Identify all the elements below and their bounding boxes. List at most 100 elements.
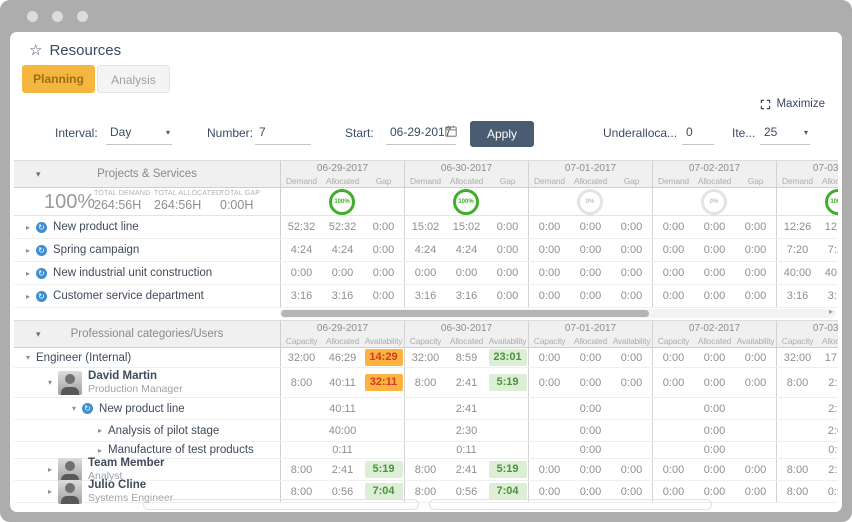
value-cell: 0:00 [570,444,611,456]
table-row: ▸ ↻ New product line 52:3252:320:0015:02… [14,216,838,239]
value-cell: 0:00 [611,244,652,256]
subcolumn-label: Demand [777,176,818,186]
value-cell: 0:00 [363,244,404,256]
horizontal-scrollbar[interactable]: ▸ [280,309,836,318]
value-cell: 12:26 [818,221,838,233]
tab-planning[interactable]: Planning [22,65,95,93]
star-icon[interactable]: ☆ [29,41,42,59]
interval-select[interactable]: Day ▾ [106,122,172,145]
allocation-badge-cell: 0% [529,188,653,215]
value-cell: 0:00 [446,267,487,279]
date-group-cells: 3:163:160:00 [405,285,529,307]
subcolumn-label: Allocated [322,176,363,186]
date-group-cells: 0:00 [653,420,777,441]
date-group-cells: 0:000:000:00 [529,285,653,307]
value-cell: 2:41 [446,464,487,476]
expand-icon[interactable]: ▸ [48,487,52,496]
items-label: Ite... [732,126,755,140]
apply-button[interactable]: Apply [470,121,534,147]
subcolumn-label: Gap [487,176,528,186]
value-cell: 4:24 [446,244,487,256]
summary-row: 100% TOTAL DEMAND 264:56H TOTAL ALLOCATE… [14,188,838,216]
date-group-cells: 0:000:000:00 [653,348,777,367]
items-select[interactable]: 25 ▾ [760,122,810,145]
date-group-cells: 8:002:11 [777,368,838,397]
collapse-all-icon[interactable]: ▾ [36,169,41,180]
tab-analysis[interactable]: Analysis [97,65,170,93]
value-cell: 0:11 [322,444,363,456]
project-row-name[interactable]: ▸ ↻ Spring campaign [14,239,280,261]
value-cell: 0:00 [611,221,652,233]
collapse-all-icon[interactable]: ▾ [36,329,41,340]
window-dot[interactable] [52,11,63,22]
expand-icon[interactable]: ▸ [26,292,30,301]
bottom-scrollbar-track-right[interactable] [429,499,712,510]
value-cell: 8:00 [405,486,446,498]
project-row-name[interactable]: ▾ ↻ New product line [14,398,280,419]
project-row-name[interactable]: ▸ ↻ New industrial unit construction [14,262,280,284]
user-row-name[interactable]: ▸ Team Member Analyst [14,459,280,480]
value-cell: 0:00 [735,221,776,233]
maximize-button[interactable]: Maximize [760,98,825,110]
value-cell: 0:00 [363,290,404,302]
expand-icon[interactable]: ▸ [48,465,52,474]
subcolumn-label: Gap [735,176,776,186]
subcolumn-label: Availability [735,336,776,346]
date-group: 07-01-2017 DemandAllocatedGap [529,161,653,187]
scroll-right-icon[interactable]: ▸ [829,307,833,316]
window-dot[interactable] [27,11,38,22]
value-cell: 7:20 [777,244,818,256]
project-icon: ↻ [82,403,93,414]
task-row-name[interactable]: ▸ Analysis of pilot stage [14,420,280,441]
table-row: ▸ Analysis of pilot stage40:002:300:000:… [14,420,838,442]
chevron-down-icon: ▾ [804,128,808,137]
app-card: ☆ Resources Planning Analysis Maximize I… [10,32,842,512]
expand-icon[interactable]: ▾ [72,404,76,413]
underallocated-input[interactable]: 0 [682,122,714,145]
subcolumn-label: Demand [281,176,322,186]
value-cell: 0:00 [487,244,528,256]
availability-badge: 23:01 [489,349,527,366]
expand-icon[interactable]: ▾ [48,378,52,387]
expand-icon[interactable]: ▸ [26,269,30,278]
window-dot[interactable] [77,11,88,22]
expand-icon[interactable]: ▾ [26,353,30,362]
allocation-percent-badge: 0% [577,189,603,215]
date-group-cells: 0:11 [777,442,838,458]
start-label: Start: [345,126,374,140]
expand-icon[interactable]: ▸ [26,223,30,232]
users-header-cell: ▾ Professional categories/Users [14,321,280,347]
date-columns-header: 06-29-2017 DemandAllocatedGap 06-30-2017… [280,161,838,187]
date-group-cells: 8:000:56 [777,481,838,502]
project-row-name[interactable]: ▸ ↻ Customer service department [14,285,280,307]
maximize-label: Maximize [776,98,825,110]
number-input[interactable]: 7 [255,122,311,145]
avatar [58,371,82,395]
value-cell: 17:29 [818,352,838,364]
value-cell: 40:00 [777,267,818,279]
bottom-scrollbar-track-left[interactable] [143,499,419,510]
value-cell: 0:00 [694,444,735,456]
expand-icon[interactable]: ▸ [98,446,102,455]
date-label: 07-03-2017 [777,161,838,176]
task-row-name[interactable]: ▸ Manufacture of test products [14,442,280,458]
expand-icon[interactable]: ▸ [26,246,30,255]
calendar-icon[interactable] [444,124,458,143]
project-row-name[interactable]: ▸ ↻ New product line [14,216,280,238]
scrollbar-thumb[interactable] [281,310,649,317]
projects-table: ▾ Projects & Services 06-29-2017 DemandA… [14,160,838,309]
number-value: 7 [259,125,266,139]
value-cell: 0:00 [529,221,570,233]
value-cell: 0:00 [611,290,652,302]
subcolumn-label: Capacity [529,336,570,346]
value-cell: 0:00 [529,377,570,389]
user-row-name[interactable]: ▾ David Martin Production Manager [14,368,280,397]
value-cell: 3:16 [281,290,322,302]
value-cell: 0:00 [529,486,570,498]
projects-rows: ▸ ↻ New product line 52:3252:320:0015:02… [14,216,838,308]
value-cell: 0:00 [611,486,652,498]
expand-icon[interactable]: ▸ [98,426,102,435]
category-row-name[interactable]: ▾ Engineer (Internal) [14,348,280,367]
subcolumn-label: Availability [363,336,404,346]
underallocated-value: 0 [686,125,693,139]
